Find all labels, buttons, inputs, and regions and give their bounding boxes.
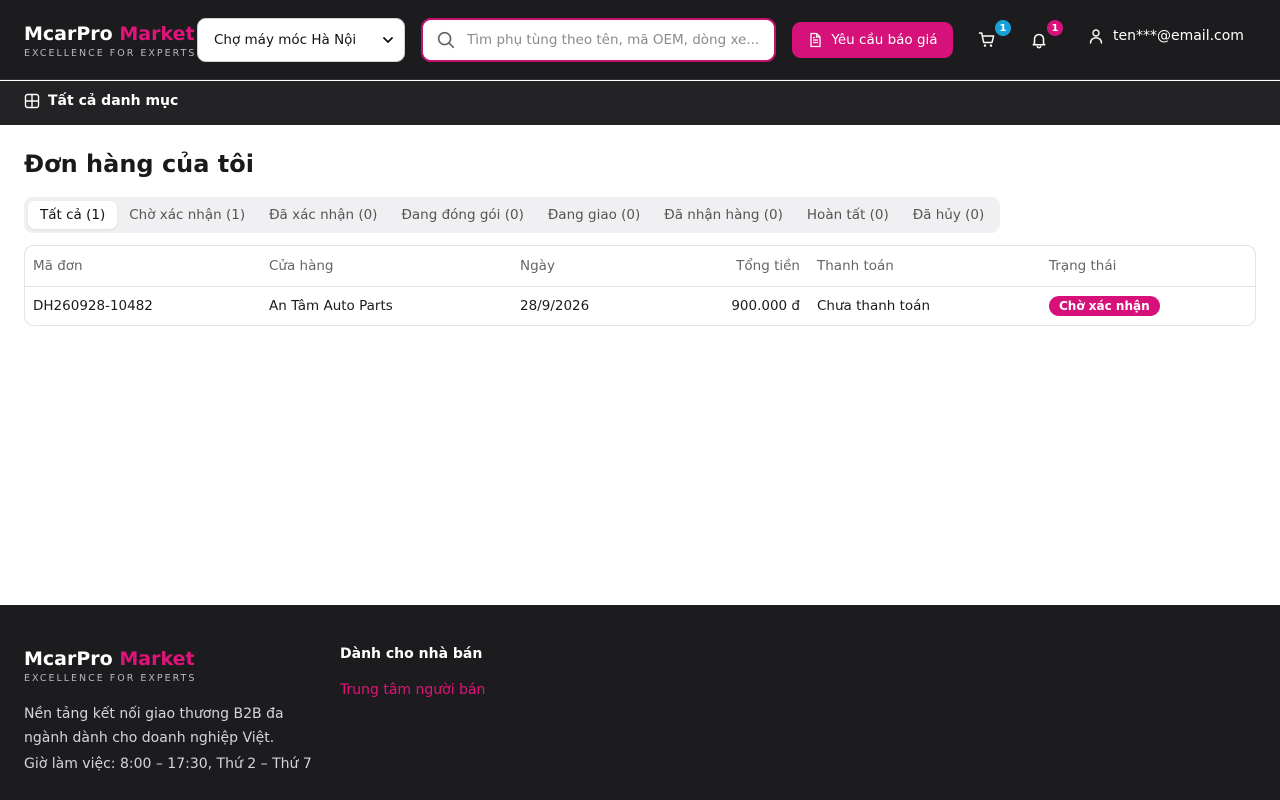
all-categories-label: Tất cả danh mục	[48, 93, 179, 109]
column-header-order-id: Mã đơn	[33, 258, 83, 274]
tab-confirmed[interactable]: Đã xác nhận (0)	[257, 201, 389, 229]
column-header-status: Trạng thái	[1049, 258, 1117, 274]
user-email: ten***@email.com	[1113, 28, 1244, 44]
logo-accent: Market	[119, 23, 195, 45]
order-store: An Tâm Auto Parts	[269, 298, 393, 314]
logo-title: McarPro Market	[24, 22, 196, 46]
footer-logo-name: McarPro	[24, 648, 113, 670]
logo-name: McarPro	[24, 23, 113, 45]
column-header-total: Tổng tiền	[736, 258, 800, 274]
search-input[interactable]	[467, 32, 762, 48]
chevron-down-icon	[383, 37, 393, 43]
column-header-date: Ngày	[520, 258, 555, 274]
footer-logo-tagline: EXCELLENCE FOR EXPERTS	[24, 673, 197, 684]
column-header-store: Cửa hàng	[269, 258, 334, 274]
tab-received[interactable]: Đã nhận hàng (0)	[652, 201, 795, 229]
order-date: 28/9/2026	[520, 298, 590, 314]
notifications-button[interactable]: 1	[1027, 20, 1063, 52]
tab-completed[interactable]: Hoàn tất (0)	[795, 201, 901, 229]
search-box	[421, 18, 776, 62]
notification-count-badge: 1	[1047, 20, 1063, 36]
tab-cancelled[interactable]: Đã hủy (0)	[901, 201, 997, 229]
request-quote-button[interactable]: Yêu cầu báo giá	[792, 22, 953, 58]
status-badge: Chờ xác nhận	[1049, 296, 1160, 316]
table-row[interactable]: DH260928-10482 An Tâm Auto Parts 28/9/20…	[25, 287, 1255, 325]
brand-logo[interactable]: McarPro Market EXCELLENCE FOR EXPERTS	[24, 22, 196, 59]
order-id: DH260928-10482	[33, 298, 153, 314]
request-quote-label: Yêu cầu báo giá	[831, 32, 938, 48]
order-payment-status: Chưa thanh toán	[817, 298, 931, 314]
tab-all[interactable]: Tất cả (1)	[28, 201, 118, 229]
order-status-tabs: Tất cả (1) Chờ xác nhận (1) Đã xác nhận …	[24, 197, 1001, 233]
user-icon	[1089, 29, 1103, 44]
market-select-value: Chợ máy móc Hà Nội	[214, 32, 357, 48]
footer-description: Nền tảng kết nối giao thương B2B đa ngàn…	[24, 706, 284, 746]
category-bar: Tất cả danh mục	[0, 81, 1280, 125]
document-icon	[810, 32, 822, 48]
column-header-payment: Thanh toán	[817, 258, 894, 274]
footer-seller-heading: Dành cho nhà bán	[340, 646, 483, 662]
market-select[interactable]: Chợ máy móc Hà Nội	[197, 18, 405, 62]
seller-center-link[interactable]: Trung tâm người bán	[340, 682, 485, 698]
cart-count-badge: 1	[995, 20, 1011, 36]
top-header: McarPro Market EXCELLENCE FOR EXPERTS Ch…	[0, 0, 1280, 80]
search-icon	[437, 31, 455, 49]
footer-logo-accent: Market	[119, 648, 195, 670]
table-header: Mã đơn Cửa hàng Ngày Tổng tiền Thanh toá…	[25, 246, 1255, 287]
footer-logo[interactable]: McarPro Market EXCELLENCE FOR EXPERTS	[24, 647, 196, 684]
tab-packing[interactable]: Đang đóng gói (0)	[389, 201, 535, 229]
cart-icon	[978, 32, 995, 47]
bell-icon	[1032, 33, 1046, 49]
all-categories-button[interactable]: Tất cả danh mục	[24, 93, 178, 109]
footer-logo-title: McarPro Market	[24, 647, 196, 671]
page-title: Đơn hàng của tôi	[24, 150, 254, 178]
footer-working-hours: Giờ làm việc: 8:00 – 17:30, Thứ 2 – Thứ …	[24, 756, 312, 772]
tab-shipping[interactable]: Đang giao (0)	[536, 201, 652, 229]
cart-button[interactable]: 1	[975, 20, 1011, 52]
tab-pending-confirmation[interactable]: Chờ xác nhận (1)	[117, 201, 257, 229]
grid-icon	[24, 93, 40, 109]
user-account-button[interactable]: ten***@email.com	[1088, 28, 1244, 44]
site-footer: McarPro Market EXCELLENCE FOR EXPERTS Nề…	[0, 605, 1280, 800]
logo-tagline: EXCELLENCE FOR EXPERTS	[24, 48, 197, 59]
orders-table: Mã đơn Cửa hàng Ngày Tổng tiền Thanh toá…	[24, 245, 1256, 326]
order-status-cell: Chờ xác nhận	[1049, 287, 1160, 325]
order-total: 900.000 đ	[731, 298, 800, 314]
